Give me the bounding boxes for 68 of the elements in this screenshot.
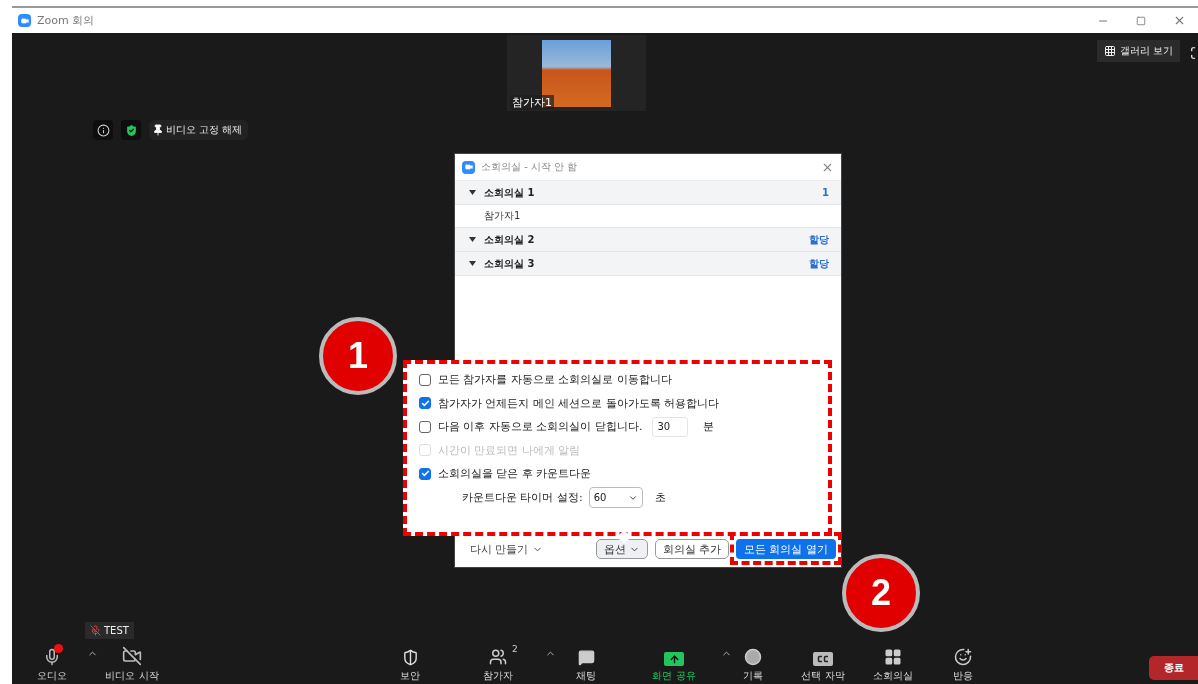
add-room-button[interactable]: 회의실 추가 bbox=[654, 539, 729, 559]
room-row[interactable]: 소회의실 2 할당 bbox=[455, 228, 841, 252]
room-row[interactable]: 소회의실 1 1 bbox=[455, 181, 841, 205]
checkbox[interactable] bbox=[419, 397, 431, 410]
room-name: 소회의실 2 bbox=[484, 232, 535, 247]
grid-icon bbox=[884, 648, 902, 666]
pin-icon bbox=[152, 124, 164, 136]
options-button[interactable]: 옵션 bbox=[595, 539, 648, 559]
expand-triangle-icon bbox=[469, 237, 476, 242]
participant-name: 참가자1 bbox=[484, 209, 521, 223]
seconds-select[interactable]: 60 bbox=[588, 487, 643, 508]
zoom-logo-icon bbox=[18, 14, 31, 27]
chat-icon bbox=[577, 649, 595, 666]
toolbar-button[interactable]: 화면 공유 bbox=[630, 642, 718, 684]
gallery-view-button[interactable]: 갤러리 보기 bbox=[1096, 40, 1180, 62]
option-label: 모든 참가자를 자동으로 소회의실로 이동합니다 bbox=[438, 372, 672, 388]
info-button[interactable] bbox=[93, 120, 113, 140]
expand-triangle-icon bbox=[469, 190, 476, 195]
unpin-video-button[interactable]: 비디오 고정 해제 bbox=[149, 120, 249, 140]
toolbar-button[interactable]: 2 참가자 bbox=[454, 642, 542, 684]
security-shield-button[interactable] bbox=[121, 120, 141, 140]
room-action-link[interactable]: 1 bbox=[822, 187, 829, 198]
zoom-logo-icon bbox=[462, 160, 475, 174]
checkbox[interactable] bbox=[419, 373, 431, 386]
end-meeting-button[interactable]: 종료 bbox=[1149, 656, 1198, 680]
smiley-plus-icon bbox=[954, 648, 972, 666]
captions-icon bbox=[813, 652, 833, 666]
checkbox[interactable] bbox=[419, 467, 431, 480]
option-label: 참가자가 언제든지 메인 세션으로 돌아가도록 허용합니다 bbox=[438, 395, 720, 411]
toolbar-button[interactable]: 보안 bbox=[366, 642, 454, 684]
recreate-button[interactable]: 다시 만들기 bbox=[470, 541, 543, 557]
toolbar-button[interactable]: 채팅 bbox=[542, 642, 630, 684]
checkbox[interactable] bbox=[419, 420, 431, 433]
minutes-input[interactable]: 30 bbox=[652, 416, 689, 437]
dialog-title: 소회의실 - 시작 안 함 bbox=[481, 160, 578, 174]
room-name: 소회의실 1 bbox=[484, 185, 535, 200]
toolbar-button[interactable]: 선택 자막 bbox=[788, 642, 858, 684]
toolbar-button[interactable]: 기록 bbox=[718, 642, 788, 684]
room-name: 소회의실 3 bbox=[484, 256, 535, 271]
toolbar-button[interactable]: 반응 bbox=[928, 642, 998, 684]
option-label: 카운트다운 타이머 설정: bbox=[462, 490, 583, 505]
window-title: Zoom 회의 bbox=[37, 13, 95, 28]
shield-icon bbox=[401, 649, 419, 666]
option-label: 소회의실을 닫은 후 카운트다운 bbox=[438, 466, 592, 482]
open-all-rooms-button[interactable]: 모든 회의실 열기 bbox=[736, 539, 836, 559]
info-icon bbox=[96, 123, 110, 137]
people-icon bbox=[489, 648, 507, 666]
room-action-link[interactable]: 할당 bbox=[809, 256, 829, 271]
test-badge: TEST bbox=[85, 622, 134, 639]
room-row[interactable]: 소회의실 3 할당 bbox=[455, 252, 841, 276]
room-action-link[interactable]: 할당 bbox=[809, 232, 829, 247]
option-label: 다음 이후 자동으로 소회의실이 닫힙니다. bbox=[438, 419, 643, 435]
expand-triangle-icon bbox=[469, 261, 476, 266]
microphone-icon bbox=[43, 648, 61, 666]
toolbar-button[interactable]: 비디오 시작 bbox=[84, 642, 180, 684]
unit-label: 초 bbox=[654, 490, 666, 505]
unit-label: 분 bbox=[703, 419, 715, 435]
option-label: 시간이 만료되면 나에게 알림 bbox=[438, 442, 581, 458]
participant-name: 참가자1 bbox=[510, 95, 554, 110]
record-icon bbox=[744, 648, 762, 666]
share-screen-icon bbox=[664, 652, 684, 666]
grid-icon bbox=[1103, 45, 1116, 57]
alert-badge-icon bbox=[54, 644, 63, 653]
toolbar-button[interactable]: 소회의실 bbox=[858, 642, 928, 684]
toolbar-button[interactable]: 오디오 bbox=[20, 642, 84, 684]
video-off-icon bbox=[122, 646, 142, 666]
maximize-icon bbox=[1136, 15, 1146, 26]
participant-count: 2 bbox=[512, 644, 518, 654]
